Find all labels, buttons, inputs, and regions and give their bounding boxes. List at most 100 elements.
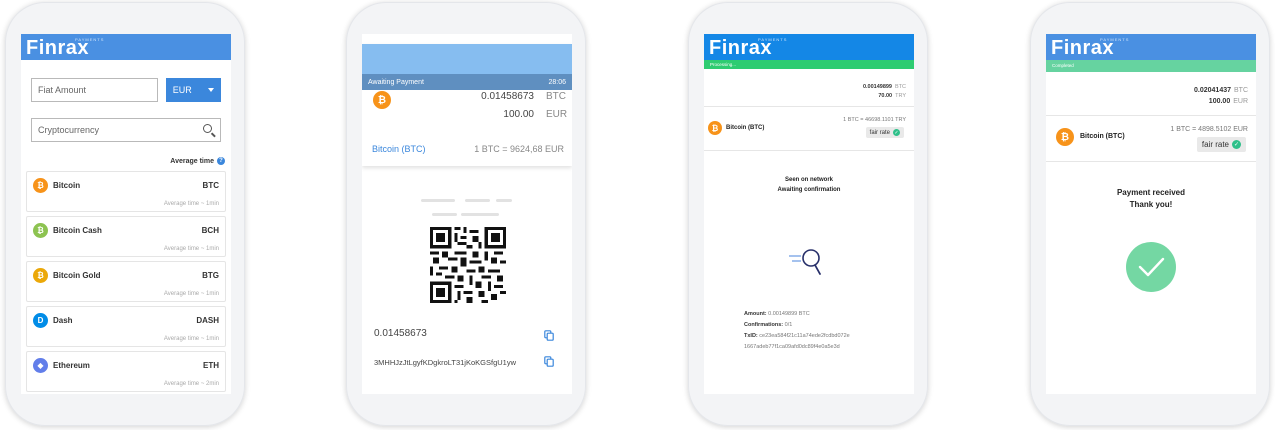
coin-symbol: BTC — [202, 181, 219, 190]
tx-amount-value: 0.00149899 BTC — [768, 311, 810, 317]
tx-confirmations: Confirmations: 0/1 — [744, 322, 792, 328]
payment-status-strip: Awaiting Payment 28:06 — [362, 74, 572, 90]
phone-frame-awaiting: Awaiting Payment 28:06 ₿ 0.01458673 BTC … — [346, 2, 586, 426]
success-message-line1: Payment received — [1116, 188, 1186, 197]
crypto-unit: BTC — [895, 84, 906, 90]
header-bar: Finrax PAYMENTS — [1046, 34, 1256, 60]
tx-id-value-continued: 1667adeb77f1ca09afd0dc89f4e0a5e3d — [744, 344, 840, 350]
coin-average-time: Average time ~ 2min — [163, 381, 219, 387]
progress-status-bar: Completed — [1046, 60, 1256, 72]
coin-average-time: Average time ~ 1min — [163, 246, 219, 252]
coin-item-ethereum[interactable]: ◆ Ethereum ETH Average time ~ 2min — [26, 351, 226, 392]
brand-tagline: PAYMENTS — [758, 37, 788, 42]
payment-qr-code — [430, 227, 506, 303]
coin-item-bitcoin-cash[interactable]: ₿ Bitcoin Cash BCH Average time ~ 1min — [26, 216, 226, 257]
coin-item-dash[interactable]: D Dash DASH Average time ~ 1min — [26, 306, 226, 347]
crypto-unit: BTC — [1234, 87, 1248, 94]
crypto-amount-row: 0.00149899 BTC — [863, 84, 906, 90]
copy-address-icon[interactable] — [544, 356, 554, 367]
fiat-amount-row: 70.00 TRY — [878, 93, 906, 99]
crypto-amount-row: 0.02041437 BTC — [1194, 87, 1248, 94]
tx-confirmations-label: Confirmations: — [744, 322, 784, 328]
brand-tagline: PAYMENTS — [75, 37, 105, 42]
fiat-row: Fiat Amount EUR — [21, 60, 231, 102]
currency-select[interactable]: EUR — [165, 78, 221, 102]
divider — [704, 150, 914, 151]
average-time-label: Average time — [170, 157, 214, 165]
payment-card-header — [362, 44, 572, 74]
countdown-timer: 28:06 — [548, 78, 566, 86]
fiat-amount-row: 100.00 EUR — [1209, 98, 1248, 105]
fair-rate-badge: fair rate ✓ — [865, 127, 904, 138]
selected-coin: Bitcoin (BTC) — [726, 125, 765, 131]
coin-name: Dash — [53, 316, 73, 325]
placeholder-line — [432, 213, 457, 216]
fiat-amount-input[interactable]: Fiat Amount — [31, 78, 158, 102]
coin-symbol: ETH — [203, 361, 219, 370]
fiat-amount: 100.00 — [1208, 98, 1231, 105]
fiat-amount-row: 100.00 EUR — [503, 109, 567, 120]
selected-coin-link[interactable]: Bitcoin (BTC) — [372, 144, 426, 154]
exchange-rate: 1 BTC = 46698.1101 TRY — [843, 117, 906, 123]
bitcoin-icon: ₿ — [373, 91, 391, 109]
tx-amount-label: Amount: — [744, 311, 767, 317]
tx-amount: Amount: 0.00149899 BTC — [744, 311, 810, 317]
brand-tagline: PAYMENTS — [1100, 37, 1130, 42]
coin-name: Bitcoin Cash — [53, 226, 102, 235]
divider — [704, 106, 914, 107]
crypto-amount: 0.01458673 — [481, 91, 534, 102]
dash-icon: D — [33, 313, 48, 328]
help-icon[interactable]: ? — [217, 157, 225, 165]
placeholder-line — [496, 199, 512, 202]
coin-average-time: Average time ~ 1min — [163, 201, 219, 207]
average-time-header: Average time ? — [21, 142, 231, 165]
check-icon: ✓ — [1232, 140, 1241, 149]
cryptocurrency-search-placeholder: Cryptocurrency — [38, 125, 100, 135]
coin-item-bitcoin-gold[interactable]: ₿ Bitcoin Gold BTG Average time ~ 1min — [26, 261, 226, 302]
crypto-amount: 0.02041437 — [1194, 87, 1231, 94]
bitcoin-cash-icon: ₿ — [33, 223, 48, 238]
placeholder-line — [421, 199, 455, 202]
coin-item-bitcoin[interactable]: ₿ Bitcoin BTC Average time ~ 1min — [26, 171, 226, 212]
search-icon[interactable] — [203, 124, 212, 133]
search-transaction-icon — [789, 249, 821, 275]
crypto-amount: 0.00149899 — [862, 84, 892, 90]
screen-completed: Finrax PAYMENTS Completed 0.02041437 BTC … — [1046, 34, 1256, 394]
payment-amount-copy-text: 0.01458673 — [374, 328, 427, 339]
crypto-unit: BTC — [546, 91, 566, 102]
tx-id: TxID: ce23ea584f21c11a74ede2fcdbd072e — [744, 333, 850, 339]
fair-rate-label: fair rate — [1201, 140, 1229, 149]
divider — [1046, 115, 1256, 116]
bitcoin-icon: ₿ — [33, 178, 48, 193]
check-icon: ✓ — [893, 129, 900, 136]
phone-frame-completed: Finrax PAYMENTS Completed 0.02041437 BTC … — [1030, 2, 1270, 426]
phone-frame-select: Finrax PAYMENTS Fiat Amount EUR Cryptocu… — [5, 2, 245, 426]
coin-name: Ethereum — [53, 361, 90, 370]
progress-status: Processing... — [710, 62, 737, 67]
header-bar: Finrax PAYMENTS — [21, 34, 231, 60]
bitcoin-gold-icon: ₿ — [33, 268, 48, 283]
selected-coin: Bitcoin (BTC) — [1080, 133, 1125, 140]
fiat-amount: 100.00 — [503, 109, 534, 120]
exchange-rate: 1 BTC = 4898.5102 EUR — [1170, 126, 1248, 133]
bitcoin-icon: ₿ — [708, 121, 722, 135]
coin-average-time: Average time ~ 1min — [163, 291, 219, 297]
coin-name: Bitcoin Gold — [53, 271, 101, 280]
coin-symbol: BTG — [202, 271, 219, 280]
copy-amount-icon[interactable] — [544, 330, 554, 341]
fiat-unit: EUR — [1233, 98, 1248, 105]
phone-frame-processing: Finrax PAYMENTS Processing... 0.00149899… — [688, 2, 928, 426]
network-status-line2: Awaiting confirmation — [777, 187, 841, 193]
divider — [1046, 161, 1256, 162]
tx-id-label: TxID: — [744, 333, 758, 339]
payment-status: Awaiting Payment — [368, 78, 424, 86]
exchange-rate: 1 BTC = 9624,68 EUR — [474, 144, 564, 154]
tx-id-value: ce23ea584f21c11a74ede2fcdbd072e — [759, 333, 850, 339]
cryptocurrency-search-input[interactable]: Cryptocurrency — [31, 118, 221, 142]
screen-awaiting: Awaiting Payment 28:06 ₿ 0.01458673 BTC … — [362, 34, 572, 394]
fiat-amount: 70.00 — [878, 93, 893, 99]
coin-symbol: BCH — [201, 226, 219, 235]
coin-name: Bitcoin — [53, 181, 81, 190]
fair-rate-badge: fair rate ✓ — [1196, 137, 1246, 152]
ethereum-icon: ◆ — [33, 358, 48, 373]
